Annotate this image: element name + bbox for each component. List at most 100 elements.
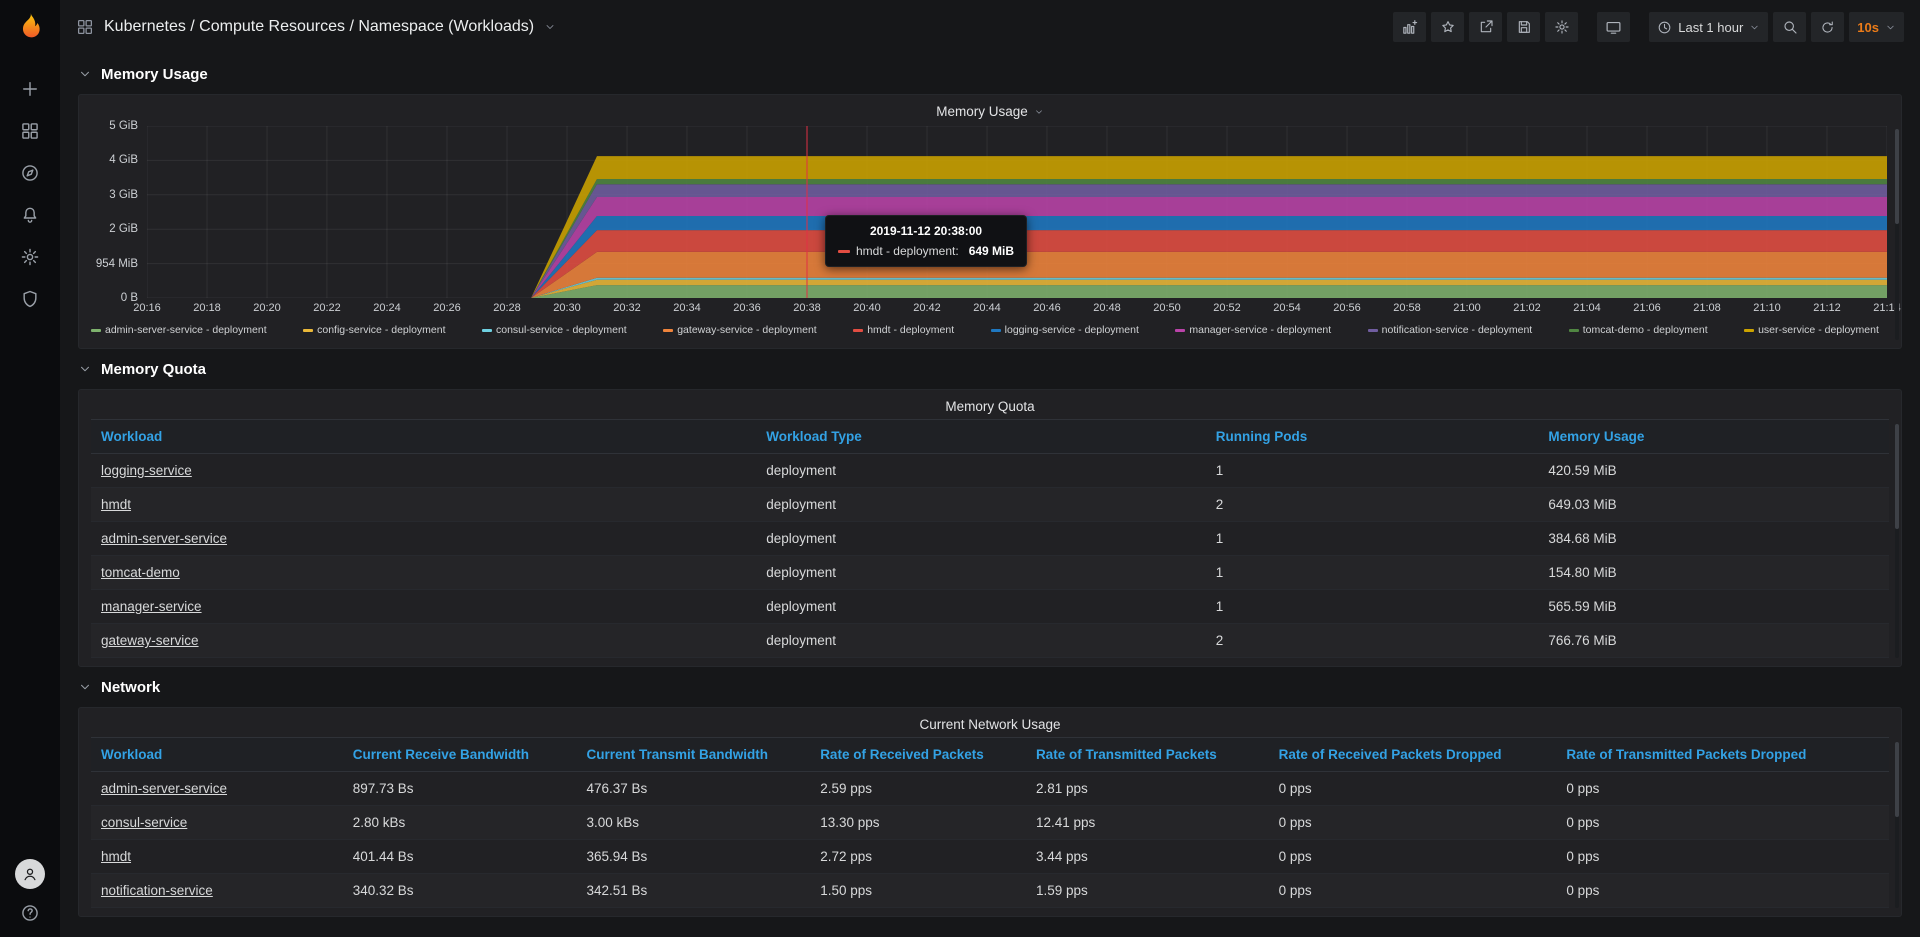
add-panel-button[interactable]	[1393, 12, 1426, 42]
legend-item[interactable]: hmdt - deployment	[853, 324, 954, 336]
table-cell: 897.73 Bs	[343, 772, 577, 806]
row-toggle-memory-usage[interactable]: Memory Usage	[78, 54, 1902, 94]
tv-icon	[1605, 19, 1622, 36]
x-axis-label: 20:52	[1213, 302, 1241, 314]
x-axis-label: 20:16	[133, 302, 161, 314]
workload-cell: admin-server-service	[91, 522, 756, 556]
workload-link[interactable]: manager-service	[101, 599, 202, 614]
row-toggle-network[interactable]: Network	[78, 667, 1902, 707]
column-header[interactable]: Workload	[91, 738, 343, 772]
chevron-down-icon	[78, 680, 92, 694]
x-axis-label: 21:10	[1753, 302, 1781, 314]
column-header[interactable]: Rate of Transmitted Packets Dropped	[1556, 738, 1889, 772]
table-cell: 340.32 Bs	[343, 874, 577, 908]
legend-item[interactable]: admin-server-service - deployment	[91, 324, 267, 336]
top-navbar: Kubernetes / Compute Resources / Namespa…	[60, 0, 1920, 54]
legend-item[interactable]: tomcat-demo - deployment	[1569, 324, 1708, 336]
star-icon	[1440, 19, 1456, 35]
sidebar-bottom	[15, 859, 45, 923]
panel-scrollbar[interactable]	[1895, 424, 1899, 658]
legend-series-color	[1368, 329, 1378, 332]
legend-item[interactable]: config-service - deployment	[303, 324, 445, 336]
legend-item[interactable]: manager-service - deployment	[1175, 324, 1331, 336]
legend-series-label: user-service - deployment	[1758, 324, 1879, 336]
table-cell: 766.76 MiB	[1538, 624, 1889, 658]
sidebar-item-server-admin[interactable]	[0, 278, 60, 320]
x-axis-label: 20:50	[1153, 302, 1181, 314]
refresh-button[interactable]	[1811, 12, 1844, 42]
legend-item[interactable]: gateway-service - deployment	[663, 324, 816, 336]
zoom-out-time-button[interactable]	[1773, 12, 1806, 42]
clock-icon	[1657, 20, 1672, 35]
panel-title-text: Memory Quota	[945, 399, 1034, 414]
table-cell: 1.50 pps	[810, 874, 1026, 908]
cycle-view-mode-button[interactable]	[1597, 12, 1630, 42]
panel-scrollbar[interactable]	[1895, 129, 1899, 340]
x-axis-label: 21:02	[1513, 302, 1541, 314]
workload-link[interactable]: hmdt	[101, 849, 131, 864]
x-axis-label: 20:42	[913, 302, 941, 314]
workload-cell: consul-service	[91, 806, 343, 840]
sidebar-item-explore[interactable]	[0, 152, 60, 194]
sidebar-item-dashboards[interactable]	[0, 110, 60, 152]
column-header[interactable]: Workload Type	[756, 420, 1206, 454]
workload-link[interactable]: gateway-service	[101, 633, 199, 648]
refresh-interval-picker[interactable]: 10s	[1849, 12, 1904, 42]
table-cell: 0 pps	[1556, 806, 1889, 840]
row-toggle-memory-quota[interactable]: Memory Quota	[78, 349, 1902, 389]
dashboard-settings-button[interactable]	[1545, 12, 1578, 42]
column-header[interactable]: Running Pods	[1206, 420, 1539, 454]
workload-link[interactable]: logging-service	[101, 463, 192, 478]
x-axis-label: 20:24	[373, 302, 401, 314]
column-header[interactable]: Memory Usage	[1538, 420, 1889, 454]
time-range-picker[interactable]: Last 1 hour	[1649, 12, 1768, 42]
panel-title-menu[interactable]: Memory Usage	[79, 95, 1901, 124]
share-dashboard-button[interactable]	[1469, 12, 1502, 42]
legend-item[interactable]: user-service - deployment	[1744, 324, 1879, 336]
legend-series-label: admin-server-service - deployment	[105, 324, 267, 336]
y-axis-label: 3 GiB	[109, 189, 138, 201]
x-axis-label: 20:32	[613, 302, 641, 314]
column-header[interactable]: Rate of Transmitted Packets	[1026, 738, 1269, 772]
star-dashboard-button[interactable]	[1431, 12, 1464, 42]
sidebar-item-alerting[interactable]	[0, 194, 60, 236]
x-axis-label: 21:04	[1573, 302, 1601, 314]
table-cell: deployment	[756, 488, 1206, 522]
table-cell: 3.00 kBs	[576, 806, 810, 840]
column-header[interactable]: Rate of Received Packets	[810, 738, 1026, 772]
refresh-icon	[1820, 20, 1835, 35]
magnifier-icon	[1782, 19, 1798, 35]
legend-item[interactable]: notification-service - deployment	[1368, 324, 1533, 336]
save-dashboard-button[interactable]	[1507, 12, 1540, 42]
table-row: notification-service340.32 Bs342.51 Bs1.…	[91, 874, 1889, 908]
workload-link[interactable]: admin-server-service	[101, 531, 227, 546]
grafana-logo[interactable]	[0, 0, 60, 54]
panel-title-menu[interactable]: Memory Quota	[79, 390, 1901, 419]
table-cell: 2	[1206, 624, 1539, 658]
workload-link[interactable]: admin-server-service	[101, 781, 227, 796]
memory-usage-chart[interactable]	[147, 126, 1887, 298]
user-avatar[interactable]	[15, 859, 45, 889]
column-header[interactable]: Current Transmit Bandwidth	[576, 738, 810, 772]
column-header[interactable]: Rate of Received Packets Dropped	[1269, 738, 1557, 772]
x-axis-label: 20:18	[193, 302, 221, 314]
legend-item[interactable]: consul-service - deployment	[482, 324, 627, 336]
dashboard-title-dropdown[interactable]: Kubernetes / Compute Resources / Namespa…	[76, 18, 556, 36]
workload-link[interactable]: hmdt	[101, 497, 131, 512]
sidebar-item-create[interactable]	[0, 68, 60, 110]
tooltip-series-color	[838, 250, 850, 253]
workload-link[interactable]: consul-service	[101, 815, 187, 830]
column-header[interactable]: Workload	[91, 420, 756, 454]
table-row: logging-servicedeployment1420.59 MiB	[91, 454, 1889, 488]
y-axis-label: 954 MiB	[96, 258, 138, 270]
legend-series-color	[1175, 329, 1185, 332]
panel-scrollbar[interactable]	[1895, 742, 1899, 908]
sidebar-item-configuration[interactable]	[0, 236, 60, 278]
workload-link[interactable]: notification-service	[101, 883, 213, 898]
sidebar-item-help[interactable]	[15, 903, 45, 923]
legend-item[interactable]: logging-service - deployment	[991, 324, 1139, 336]
column-header[interactable]: Current Receive Bandwidth	[343, 738, 577, 772]
panel-title-menu[interactable]: Current Network Usage	[79, 708, 1901, 737]
workload-link[interactable]: tomcat-demo	[101, 565, 180, 580]
add-panel-icon	[1401, 19, 1418, 36]
